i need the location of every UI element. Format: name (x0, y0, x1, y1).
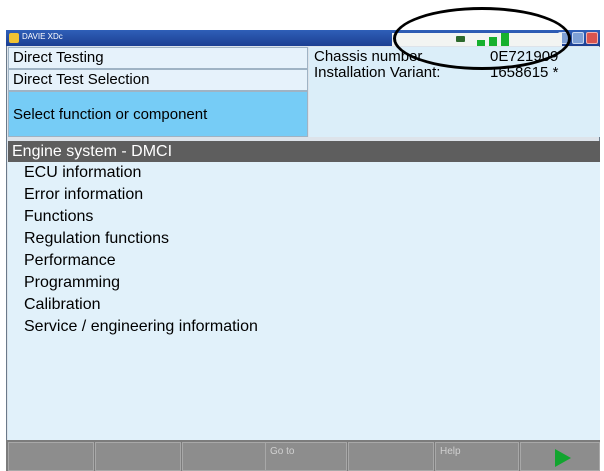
list-item-performance[interactable]: Performance (24, 250, 116, 272)
list-header: Engine system - DMCI (8, 141, 600, 162)
list-item-regulation-functions[interactable]: Regulation functions (24, 228, 169, 250)
help-button[interactable]: Help (435, 442, 519, 471)
installation-variant-value: 1658615 * (490, 64, 559, 81)
chassis-number-value: 0E721909 (490, 48, 559, 65)
direct-testing-panel[interactable]: Direct Testing (8, 47, 308, 69)
goto-button[interactable]: Go to (265, 442, 347, 471)
list-item-ecu-information[interactable]: ECU information (24, 162, 141, 184)
list-item-functions[interactable]: Functions (24, 206, 93, 228)
list-item-programming[interactable]: Programming (24, 272, 120, 294)
footer-button-5[interactable] (348, 442, 434, 471)
list-item-calibration[interactable]: Calibration (24, 294, 100, 316)
window-title: DAVIE XDc (22, 32, 63, 41)
connection-status (392, 33, 562, 46)
direct-test-selection-panel[interactable]: Direct Test Selection (8, 69, 308, 91)
footer-button-1[interactable] (8, 442, 94, 471)
footer-button-2[interactable] (95, 442, 181, 471)
function-list: ECU information Error information Functi… (8, 162, 600, 440)
maximize-button[interactable] (572, 32, 584, 44)
vehicle-info: Chassis number 0E721909 Installation Var… (309, 47, 600, 137)
signal-bar-3-icon (501, 33, 509, 46)
play-icon (555, 449, 571, 467)
list-item-error-information[interactable]: Error information (24, 184, 143, 206)
list-item-service-engineering-information[interactable]: Service / engineering information (24, 316, 258, 338)
chassis-number-label: Chassis number (314, 48, 423, 65)
installation-variant-label: Installation Variant: (314, 64, 441, 81)
select-function-panel: Select function or component (8, 91, 308, 137)
footer-button-3[interactable] (182, 442, 268, 471)
app-icon (9, 33, 19, 43)
signal-bar-1-icon (477, 40, 485, 46)
signal-bar-2-icon (489, 37, 497, 46)
close-button[interactable] (586, 32, 598, 44)
truck-icon (456, 36, 465, 42)
